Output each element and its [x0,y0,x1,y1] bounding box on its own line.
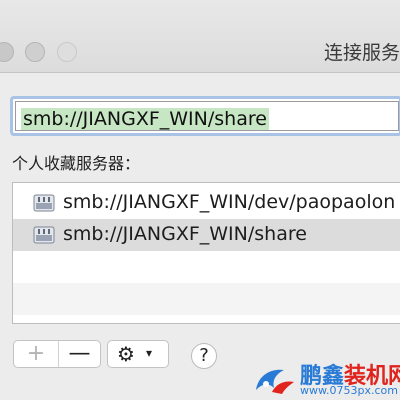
list-item-label: smb://JIANGXF_WIN/share [63,223,307,245]
gear-icon: ⚙ [117,342,135,366]
add-icon: + [26,341,46,366]
server-address-value[interactable]: smb://JIANGXF_WIN/share [21,108,269,130]
list-item-empty [13,283,400,315]
favorite-servers-list[interactable]: smb://JIANGXF_WIN/dev/paopaolon smb://JI… [12,182,400,324]
server-address-field[interactable]: smb://JIANGXF_WIN/share [15,101,399,131]
server-icon [33,194,55,212]
title-bar: 连接服务 [0,0,400,73]
watermark-url: www.0753px.com [300,384,398,397]
favorite-servers-label: 个人收藏服务器： [12,154,141,173]
add-server-button[interactable]: + [14,341,59,367]
close-window-button[interactable] [0,42,14,62]
window-title: 连接服务 [323,42,400,64]
list-item-selected[interactable]: smb://JIANGXF_WIN/share [13,219,400,251]
server-address-focus-ring: smb://JIANGXF_WIN/share [10,96,400,136]
list-item-empty [13,315,400,323]
remove-server-button[interactable]: — [58,341,101,367]
zoom-window-button[interactable] [57,42,77,62]
remove-icon: — [68,341,91,366]
add-remove-segmented-control: + — [13,340,101,368]
minimize-window-button[interactable] [25,42,45,62]
list-item[interactable]: smb://JIANGXF_WIN/dev/paopaolon [13,187,400,219]
server-icon [33,226,55,244]
list-item-label: smb://JIANGXF_WIN/dev/paopaolon [63,191,396,213]
help-button[interactable]: ? [191,343,217,369]
action-menu-button[interactable]: ⚙ ▾ [107,340,169,368]
chevron-down-icon: ▾ [146,346,153,360]
watermark-logo-icon [256,369,294,394]
list-item-empty [13,251,400,283]
